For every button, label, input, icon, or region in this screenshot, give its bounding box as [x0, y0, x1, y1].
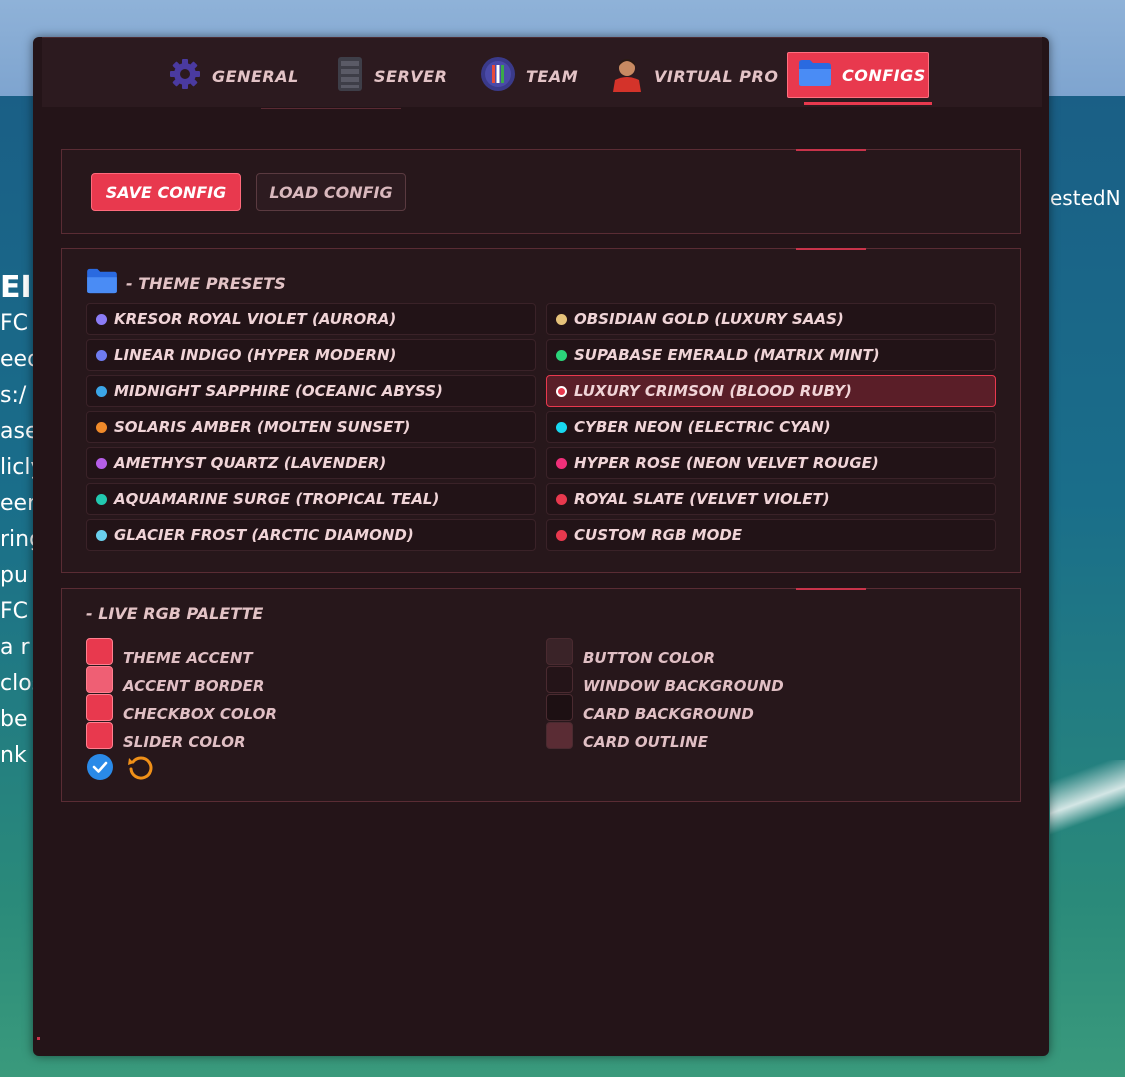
- theme-preset-item[interactable]: SOLARIS AMBER (MOLTEN SUNSET): [86, 411, 536, 443]
- color-dot-icon: [96, 421, 107, 433]
- color-dot-icon: [556, 313, 567, 325]
- folder-icon: [798, 59, 832, 91]
- tab-bar-divider: [261, 108, 401, 109]
- color-dot-icon: [556, 421, 567, 433]
- checkmark-icon: [86, 754, 114, 785]
- theme-preset-item[interactable]: CUSTOM RGB MODE: [546, 519, 996, 551]
- theme-preset-name: AQUAMARINE SURGE (TROPICAL TEAL): [114, 490, 440, 508]
- color-dot-icon: [556, 457, 567, 469]
- live-palette-card: - LIVE RGB PALETTE THEME ACCENT ACCENT BO…: [61, 588, 1021, 802]
- theme-preset-item[interactable]: HYPER ROSE (NEON VELVET ROUGE): [546, 447, 996, 479]
- color-dot-icon: [556, 385, 567, 397]
- theme-preset-name: CUSTOM RGB MODE: [574, 526, 743, 544]
- save-config-button[interactable]: SAVE CONFIG: [91, 173, 241, 211]
- card-notch: [796, 149, 866, 151]
- color-swatch[interactable]: [86, 665, 113, 693]
- gear-icon: [168, 57, 202, 95]
- tab-team[interactable]: TEAM: [470, 52, 588, 100]
- theme-presets-card: - THEME PRESETS KRESOR ROYAL VIOLET (AUR…: [61, 248, 1021, 573]
- config-actions-card: SAVE CONFIG LOAD CONFIG: [61, 149, 1021, 234]
- tab-label: SERVER: [374, 66, 448, 86]
- folder-icon: [86, 268, 118, 298]
- card-notch: [796, 248, 866, 250]
- background-text-right: estedN: [1050, 186, 1121, 210]
- tab-general[interactable]: GENERAL: [158, 52, 309, 100]
- theme-preset-name: MIDNIGHT SAPPHIRE (OCEANIC ABYSS): [114, 382, 443, 400]
- color-dot-icon: [556, 349, 567, 361]
- color-dot-icon: [96, 457, 107, 469]
- theme-preset-name: HYPER ROSE (NEON VELVET ROUGE): [574, 454, 879, 472]
- color-swatch[interactable]: [86, 637, 113, 665]
- tab-label: VIRTUAL PRO: [654, 66, 779, 86]
- active-tab-indicator: [804, 102, 932, 105]
- theme-preset-item[interactable]: SUPABASE EMERALD (MATRIX MINT): [546, 339, 996, 371]
- tab-server[interactable]: SERVER: [326, 52, 457, 100]
- background-light-glow: [1050, 760, 1125, 840]
- theme-preset-name: GLACIER FROST (ARCTIC DIAMOND): [114, 526, 414, 544]
- theme-presets-header: - THEME PRESETS: [86, 268, 286, 298]
- app-window: GENERAL SERVER TEAM VIRTUAL PRO CONFIGS …: [33, 37, 1049, 1056]
- theme-preset-name: SOLARIS AMBER (MOLTEN SUNSET): [114, 418, 411, 436]
- server-icon: [336, 56, 364, 96]
- apply-check-button[interactable]: [86, 753, 114, 781]
- theme-preset-name: KRESOR ROYAL VIOLET (AURORA): [114, 310, 397, 328]
- color-dot-icon: [96, 385, 107, 397]
- tab-label: GENERAL: [212, 66, 299, 86]
- tab-configs[interactable]: CONFIGS: [787, 52, 929, 98]
- palette-label: CARD OUTLINE: [583, 733, 708, 751]
- theme-preset-name: OBSIDIAN GOLD (LUXURY SAAS): [574, 310, 844, 328]
- team-badge-icon: [480, 56, 516, 96]
- theme-preset-name: LUXURY CRIMSON (BLOOD RUBY): [574, 382, 852, 400]
- theme-preset-item[interactable]: CYBER NEON (ELECTRIC CYAN): [546, 411, 996, 443]
- player-avatar-icon: [610, 56, 644, 96]
- tab-label: TEAM: [526, 66, 579, 86]
- live-palette-header: - LIVE RGB PALETTE: [86, 604, 263, 623]
- theme-preset-name: LINEAR INDIGO (HYPER MODERN): [114, 346, 397, 364]
- theme-preset-item[interactable]: GLACIER FROST (ARCTIC DIAMOND): [86, 519, 536, 551]
- palette-label: SLIDER COLOR: [123, 733, 246, 751]
- color-swatch[interactable]: [546, 637, 573, 665]
- color-dot-icon: [96, 529, 107, 541]
- color-dot-icon: [96, 313, 107, 325]
- color-swatch[interactable]: [86, 721, 113, 749]
- theme-preset-name: ROYAL SLATE (VELVET VIOLET): [574, 490, 830, 508]
- palette-entry: SLIDER COLOR: [86, 719, 246, 751]
- theme-preset-name: AMETHYST QUARTZ (LAVENDER): [114, 454, 387, 472]
- color-dot-icon: [556, 493, 567, 505]
- theme-preset-item[interactable]: AQUAMARINE SURGE (TROPICAL TEAL): [86, 483, 536, 515]
- theme-preset-name: SUPABASE EMERALD (MATRIX MINT): [574, 346, 880, 364]
- tab-virtual-pro[interactable]: VIRTUAL PRO: [600, 52, 788, 100]
- theme-preset-item[interactable]: LINEAR INDIGO (HYPER MODERN): [86, 339, 536, 371]
- live-palette-title: - LIVE RGB PALETTE: [86, 604, 264, 623]
- color-swatch[interactable]: [546, 693, 573, 721]
- theme-presets-title: - THEME PRESETS: [126, 273, 286, 293]
- theme-preset-item[interactable]: ROYAL SLATE (VELVET VIOLET): [546, 483, 996, 515]
- load-config-button[interactable]: LOAD CONFIG: [256, 173, 406, 211]
- theme-preset-item[interactable]: AMETHYST QUARTZ (LAVENDER): [86, 447, 536, 479]
- theme-preset-name: CYBER NEON (ELECTRIC CYAN): [574, 418, 831, 436]
- theme-preset-item[interactable]: LUXURY CRIMSON (BLOOD RUBY): [546, 375, 996, 407]
- tab-bar: GENERAL SERVER TEAM VIRTUAL PRO CONFIGS: [42, 37, 1042, 109]
- tab-label: CONFIGS: [842, 65, 926, 85]
- resize-handle[interactable]: [37, 1037, 40, 1040]
- color-swatch[interactable]: [546, 665, 573, 693]
- color-dot-icon: [96, 349, 107, 361]
- color-swatch[interactable]: [546, 721, 573, 749]
- color-dot-icon: [96, 493, 107, 505]
- color-dot-icon: [556, 529, 567, 541]
- palette-entry: CARD OUTLINE: [546, 719, 708, 751]
- theme-preset-item[interactable]: OBSIDIAN GOLD (LUXURY SAAS): [546, 303, 996, 335]
- reset-button[interactable]: [126, 753, 154, 781]
- color-swatch[interactable]: [86, 693, 113, 721]
- theme-preset-item[interactable]: KRESOR ROYAL VIOLET (AURORA): [86, 303, 536, 335]
- theme-preset-item[interactable]: MIDNIGHT SAPPHIRE (OCEANIC ABYSS): [86, 375, 536, 407]
- reset-arrow-icon: [126, 756, 154, 785]
- card-notch: [796, 588, 866, 590]
